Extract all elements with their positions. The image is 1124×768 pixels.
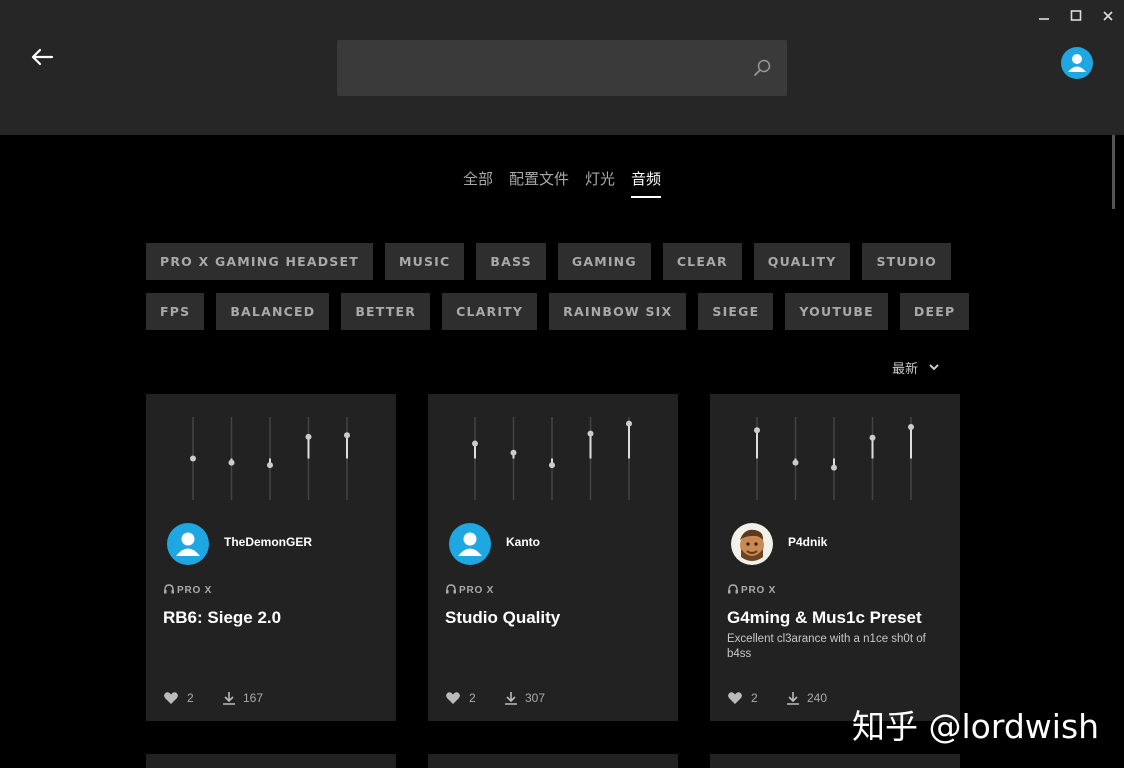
tag-chip[interactable]: BETTER <box>341 293 431 330</box>
equalizer-preview <box>754 417 914 500</box>
tag-chip[interactable]: MUSIC <box>384 243 465 280</box>
eq-band-knob <box>228 459 235 466</box>
tab-0[interactable]: 全部 <box>463 168 493 196</box>
tag-row: PRO X GAMING HEADSET MUSIC BASS GAMING CLEAR… <box>146 243 952 293</box>
equalizer-preview <box>472 417 632 500</box>
user-photo-avatar[interactable] <box>731 523 773 565</box>
downloads-count: 167 <box>243 691 264 705</box>
preset-stats: 2 240 <box>727 690 827 706</box>
eq-band-knob <box>908 423 914 430</box>
eq-band-knob <box>792 459 799 466</box>
preset-card[interactable] <box>146 754 396 768</box>
tag-chip[interactable]: BASS <box>476 243 546 280</box>
download-icon[interactable] <box>785 690 801 706</box>
tag-chip[interactable]: GAMING <box>557 243 651 280</box>
preset-card[interactable]: P4dnik PRO X G4ming & Mus1c Preset Excellen… <box>710 394 960 721</box>
headset-icon <box>727 584 739 594</box>
account-avatar-icon[interactable] <box>1061 47 1093 79</box>
username[interactable]: P4dnik <box>788 535 827 549</box>
close-icon[interactable] <box>1098 6 1118 26</box>
tag-chip[interactable]: QUALITY <box>753 243 851 280</box>
device-name: PRO X <box>177 585 213 596</box>
tab-1[interactable]: 配置文件 <box>509 168 569 196</box>
sort-dropdown[interactable]: 最新 <box>892 358 939 377</box>
headset-icon <box>445 584 457 594</box>
device-label: PRO X <box>163 584 212 596</box>
heart-icon[interactable] <box>727 691 743 706</box>
back-arrow-icon[interactable] <box>28 44 56 70</box>
user-avatar-icon[interactable] <box>449 523 491 565</box>
preset-description: Excellent cl3arance with a n1ce sh0t of … <box>727 633 926 660</box>
tag-chip[interactable]: PRO X GAMING HEADSET <box>146 243 373 280</box>
device-name: PRO X <box>459 585 495 596</box>
watermark: 知乎 @lordwish <box>852 707 1100 746</box>
tag-chip[interactable]: FPS <box>146 293 205 330</box>
eq-band-knob <box>344 432 350 439</box>
tag-chip[interactable]: STUDIO <box>862 243 952 280</box>
eq-band-knob <box>587 430 594 437</box>
eq-band-knob <box>869 434 876 441</box>
tag-row: FPS BALANCED BETTER CLARITY RAINBOW SIX SIEGE… <box>146 293 970 343</box>
download-icon[interactable] <box>503 690 519 706</box>
preset-stats: 2 167 <box>163 690 263 706</box>
preset-card[interactable]: TheDemonGER PRO X RB6: Siege 2.0 2 167 <box>146 394 396 721</box>
equalizer-preview <box>190 417 350 500</box>
tab-3[interactable]: 音频 <box>631 168 662 198</box>
eq-band-knob <box>190 455 196 462</box>
minimize-icon[interactable] <box>1034 6 1054 26</box>
preset-card[interactable] <box>710 754 960 768</box>
eq-band-knob <box>267 462 273 469</box>
username[interactable]: TheDemonGER <box>224 535 312 549</box>
heart-icon[interactable] <box>163 691 179 706</box>
preset-card[interactable]: Kanto PRO X Studio Quality 2 307 <box>428 394 678 721</box>
tag-chip[interactable]: RAINBOW SIX <box>549 293 687 330</box>
tag-chip[interactable]: CLEAR <box>662 243 742 280</box>
search-box <box>337 40 787 96</box>
likes-count: 2 <box>469 691 476 705</box>
eq-band-knob <box>831 464 837 471</box>
sort-label: 最新 <box>892 362 919 377</box>
preset-card[interactable] <box>428 754 678 768</box>
downloads-count: 307 <box>525 691 546 705</box>
eq-band-knob <box>626 420 632 427</box>
tag-chip[interactable]: SIEGE <box>698 293 774 330</box>
preset-title: RB6: Siege 2.0 <box>163 608 282 627</box>
search-icon[interactable] <box>753 58 773 78</box>
likes-count: 2 <box>187 691 194 705</box>
heart-icon[interactable] <box>445 691 461 706</box>
search-input[interactable] <box>337 40 737 96</box>
downloads-count: 240 <box>807 691 828 705</box>
eq-band-knob <box>549 462 555 469</box>
tab-2[interactable]: 灯光 <box>585 168 615 196</box>
tag-chip[interactable]: DEEP <box>899 293 970 330</box>
download-icon[interactable] <box>221 690 237 706</box>
preset-title: G4ming & Mus1c Preset <box>727 608 922 627</box>
eq-band-knob <box>472 440 478 447</box>
headset-icon <box>163 584 175 594</box>
username[interactable]: Kanto <box>506 535 540 549</box>
preset-title: Studio Quality <box>445 608 561 627</box>
tag-chip[interactable]: YOUTUBE <box>785 293 888 330</box>
eq-band-knob <box>754 427 760 434</box>
eq-band-knob <box>305 433 312 440</box>
maximize-icon[interactable] <box>1066 6 1086 26</box>
tag-chip[interactable]: BALANCED <box>216 293 330 330</box>
device-label: PRO X <box>445 584 494 596</box>
device-name: PRO X <box>741 585 777 596</box>
category-tabs: 全部 配置文件 灯光 音频 <box>0 168 1124 198</box>
user-avatar-icon[interactable] <box>167 523 209 565</box>
device-label: PRO X <box>727 584 776 596</box>
preset-stats: 2 307 <box>445 690 545 706</box>
eq-band-knob <box>510 449 517 456</box>
top-bar <box>0 0 1124 135</box>
tag-chip[interactable]: CLARITY <box>442 293 538 330</box>
tag-filters: PRO X GAMING HEADSET MUSIC BASS GAMING CLEAR… <box>146 243 970 343</box>
likes-count: 2 <box>751 691 758 705</box>
chevron-down-icon <box>928 361 940 371</box>
